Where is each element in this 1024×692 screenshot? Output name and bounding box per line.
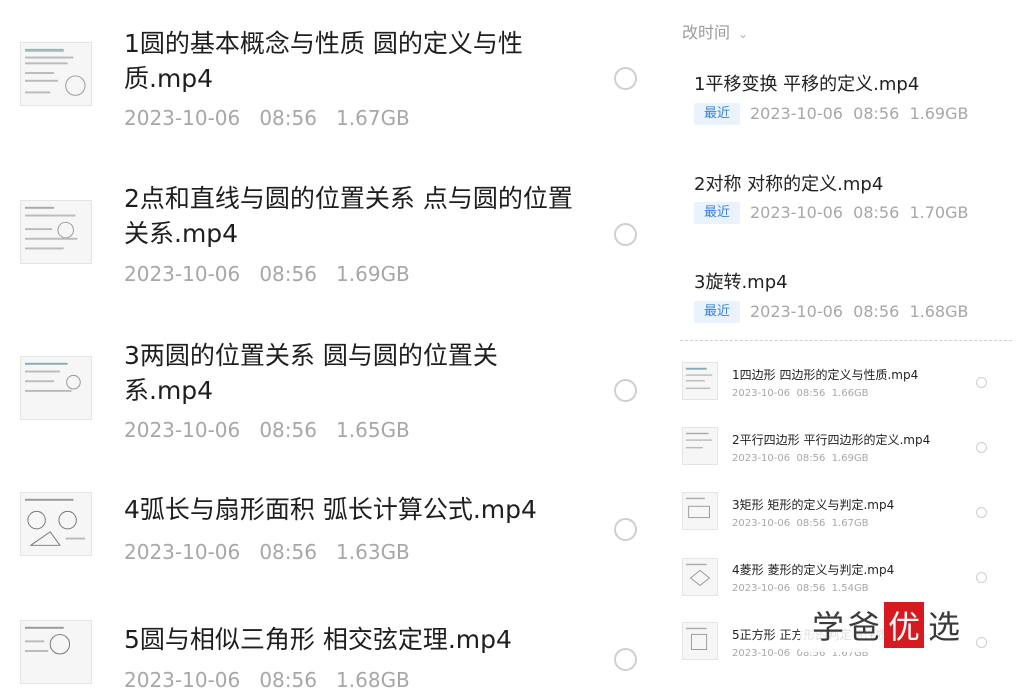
video-thumbnail — [20, 356, 92, 420]
file-meta: 2023-10-06 08:56 1.67GB — [124, 106, 410, 130]
file-name: 3旋转.mp4 — [694, 272, 788, 293]
file-meta: 2023-10-06 08:56 1.67GB — [732, 518, 869, 529]
select-radio[interactable] — [614, 379, 637, 402]
file-meta: 2023-10-06 08:56 1.66GB — [732, 388, 869, 399]
watermark-char: 选 — [928, 608, 961, 646]
watermark-char: 优 — [884, 602, 925, 648]
file-meta: 2023-10-06 08:56 1.69GB — [124, 262, 410, 286]
select-radio[interactable] — [614, 223, 637, 246]
file-name: 1圆的基本概念与性质 圆的定义与性质.mp4 — [124, 29, 523, 93]
file-meta: 2023-10-06 08:56 1.65GB — [124, 418, 410, 442]
recent-badge: 最近 — [694, 103, 740, 125]
sort-label: 改时间 — [682, 23, 731, 42]
file-name: 2平行四边形 平行四边形的定义.mp4 — [732, 433, 931, 447]
chevron-down-icon: ⌄ — [738, 27, 749, 41]
select-radio[interactable] — [976, 377, 987, 388]
select-radio[interactable] — [976, 637, 987, 648]
select-radio[interactable] — [976, 507, 987, 518]
watermark-logo: 学 爸 优 选 — [800, 598, 973, 652]
file-meta: 2023-10-06 08:56 1.63GB — [124, 540, 410, 564]
video-thumbnail — [20, 492, 92, 556]
video-thumbnail — [682, 558, 718, 596]
file-meta: 2023-10-06 08:56 1.70GB — [750, 203, 969, 222]
file-name: 4弧长与扇形面积 弧长计算公式.mp4 — [124, 495, 537, 524]
file-name: 1四边形 四边形的定义与性质.mp4 — [732, 368, 919, 382]
watermark-char: 学 — [812, 608, 845, 646]
file-name: 4菱形 菱形的定义与判定.mp4 — [732, 563, 895, 577]
file-meta: 2023-10-06 08:56 1.54GB — [732, 583, 869, 594]
video-thumbnail — [682, 427, 718, 465]
select-radio[interactable] — [976, 572, 987, 583]
video-thumbnail — [20, 620, 92, 684]
file-meta: 2023-10-06 08:56 1.68GB — [124, 668, 410, 692]
select-radio[interactable] — [614, 518, 637, 541]
video-thumbnail — [20, 200, 92, 264]
select-radio[interactable] — [614, 67, 637, 90]
file-meta: 2023-10-06 08:56 1.69GB — [750, 104, 969, 123]
video-thumbnail — [682, 492, 718, 530]
file-name: 2对称 对称的定义.mp4 — [694, 174, 884, 195]
file-name: 5圆与相似三角形 相交弦定理.mp4 — [124, 625, 512, 654]
sort-dropdown[interactable]: 改时间 ⌄ — [682, 19, 748, 43]
section-divider — [680, 340, 1012, 343]
video-thumbnail — [682, 362, 718, 400]
right-file-list: 改时间 ⌄ 1平移变换 平移的定义.mp4 最近 2023-10-06 08:56… — [660, 0, 1024, 683]
video-thumbnail — [682, 622, 718, 660]
video-thumbnail — [20, 42, 92, 106]
file-name: 3矩形 矩形的定义与判定.mp4 — [732, 498, 895, 512]
select-radio[interactable] — [614, 648, 637, 671]
watermark-char: 爸 — [848, 608, 881, 646]
left-file-list: 1圆的基本概念与性质 圆的定义与性质.mp4 2023-10-06 08:56 … — [0, 0, 660, 692]
file-name: 1平移变换 平移的定义.mp4 — [694, 74, 920, 95]
file-meta: 2023-10-06 08:56 1.69GB — [732, 453, 869, 464]
select-radio[interactable] — [976, 442, 987, 453]
file-name: 2点和直线与圆的位置关系 点与圆的位置关系.mp4 — [124, 184, 573, 248]
file-meta: 2023-10-06 08:56 1.68GB — [750, 302, 969, 321]
recent-badge: 最近 — [694, 301, 740, 323]
file-name: 3两圆的位置关系 圆与圆的位置关系.mp4 — [124, 341, 498, 405]
recent-badge: 最近 — [694, 202, 740, 224]
